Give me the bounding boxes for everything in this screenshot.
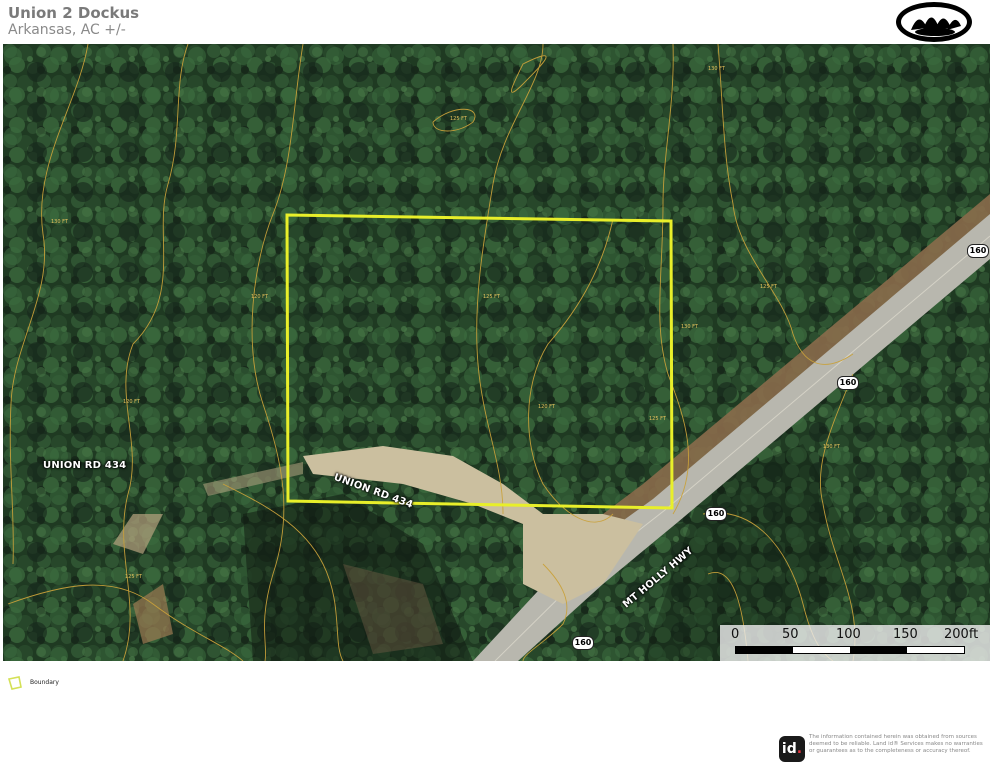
contour-label: 130 FT: [823, 444, 840, 450]
scale-tick: 100: [836, 627, 861, 642]
scale-bar-graphic: [735, 646, 965, 654]
disclaimer-text: The information contained herein was obt…: [809, 734, 983, 754]
legend-label-boundary: Boundary: [30, 679, 59, 686]
contour-label: 125 FT: [760, 284, 777, 290]
contour-label: 125 FT: [649, 416, 666, 422]
map-subtitle: Arkansas, AC +/-: [8, 22, 126, 38]
contour-label: 120 FT: [123, 399, 140, 405]
land-id-logo: id.: [779, 736, 805, 762]
contour-label: 125 FT: [450, 116, 467, 122]
scale-tick: 150: [893, 627, 918, 642]
contour-label: 130 FT: [708, 66, 725, 72]
bear-paw-logo-icon: [896, 2, 972, 42]
map-title: Union 2 Dockus: [8, 4, 140, 22]
contour-label: 130 FT: [681, 324, 698, 330]
aerial-map[interactable]: 130 FT 125 FT 120 FT 125 FT 120 FT 125 F…: [3, 44, 990, 661]
contour-label: 125 FT: [483, 294, 500, 300]
contour-label: 120 FT: [251, 294, 268, 300]
highway-shield: 160: [572, 636, 594, 650]
boundary-legend-icon: [8, 676, 22, 690]
road-label-union-rd-434-west: UNION RD 434: [43, 460, 127, 471]
scale-bar: 0 50 100 150 200ft: [720, 625, 990, 661]
aerial-imagery: [3, 44, 990, 661]
highway-shield: 160: [705, 507, 727, 521]
contour-label: 120 FT: [538, 404, 555, 410]
highway-shield: 160: [837, 376, 859, 390]
contour-label: 125 FT: [125, 574, 142, 580]
contour-label: 130 FT: [51, 219, 68, 225]
scale-tick: 50: [782, 627, 799, 642]
scale-tick: 0: [731, 627, 740, 642]
highway-shield: 160: [967, 244, 989, 258]
scale-tick: 200ft: [944, 627, 979, 642]
